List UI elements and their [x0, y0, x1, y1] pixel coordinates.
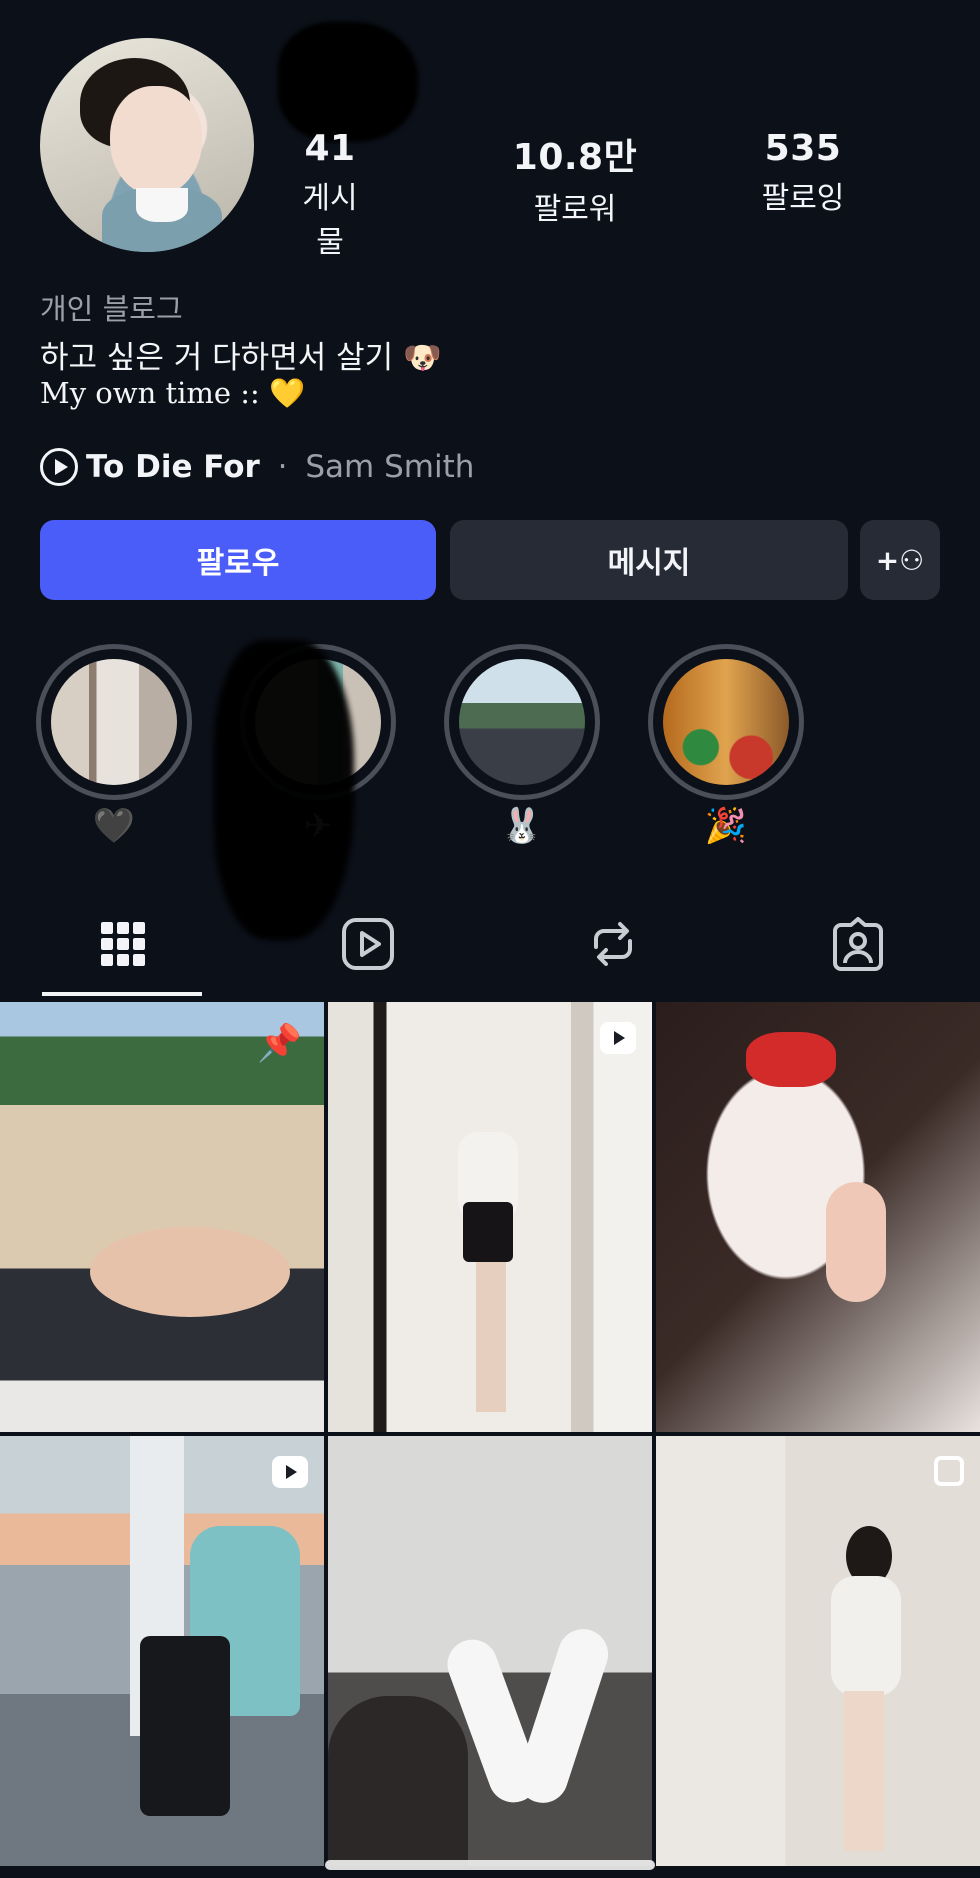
music-separator: · — [267, 449, 298, 485]
reel-icon — [600, 1022, 636, 1054]
posts-label: 게시물 — [302, 181, 358, 260]
highlight-4-label: 🎉 — [704, 806, 748, 846]
followers-count: 10.8만 — [512, 137, 638, 178]
tab-posts-grid[interactable] — [0, 894, 245, 994]
grid-icon — [100, 922, 145, 966]
post-tile-5[interactable] — [328, 1436, 652, 1866]
pin-icon: 📌 — [257, 1023, 302, 1064]
highlight-1-label: 🖤 — [92, 806, 136, 846]
post-tile-6[interactable] — [656, 1436, 980, 1866]
highlight-3-label: 🐰 — [500, 806, 544, 846]
posts-count: 41 — [304, 128, 356, 169]
message-button[interactable]: 메시지 — [450, 520, 848, 600]
post-tile-3[interactable] — [656, 1002, 980, 1432]
add-user-icon: +⚇ — [875, 543, 925, 577]
stat-followers[interactable]: 10.8만 팔로워 — [510, 128, 640, 228]
stat-posts[interactable]: 41 게시물 — [300, 128, 360, 261]
play-circle-icon — [40, 448, 78, 486]
tagged-icon — [832, 917, 883, 971]
followers-label: 팔로워 — [533, 192, 617, 227]
post-tile-2[interactable] — [328, 1002, 652, 1432]
profile-category: 개인 블로그 — [40, 292, 183, 326]
redacted-username — [278, 22, 418, 142]
home-indicator — [325, 1860, 655, 1870]
post-tile-1[interactable]: 📌 — [0, 1002, 324, 1432]
following-label: 팔로잉 — [761, 181, 845, 216]
post-tile-4[interactable] — [0, 1436, 324, 1866]
following-count: 535 — [764, 128, 842, 169]
profile-avatar[interactable] — [40, 38, 254, 252]
active-tab-indicator — [42, 992, 202, 996]
stat-following[interactable]: 535 팔로잉 — [748, 128, 858, 217]
bio-line-1: 하고 싶은 거 다하면서 살기 🐶 — [40, 340, 442, 376]
reels-icon — [341, 918, 394, 970]
repost-icon — [593, 922, 632, 966]
reel-icon — [272, 1456, 308, 1488]
highlight-4[interactable] — [648, 644, 804, 800]
tab-reposts[interactable] — [490, 894, 735, 994]
tab-reels[interactable] — [245, 894, 490, 994]
tab-tagged[interactable] — [735, 894, 980, 994]
bio-line-2: My own time :: 💛 — [40, 376, 306, 410]
music-song-title: To Die For — [86, 449, 260, 485]
follow-button[interactable]: 팔로우 — [40, 520, 436, 600]
carousel-icon — [934, 1456, 964, 1486]
profile-music[interactable]: To Die For · Sam Smith — [40, 448, 474, 486]
add-user-button[interactable]: +⚇ — [860, 520, 940, 600]
music-artist: Sam Smith — [305, 449, 475, 485]
highlight-3[interactable] — [444, 644, 600, 800]
highlight-1[interactable] — [36, 644, 192, 800]
